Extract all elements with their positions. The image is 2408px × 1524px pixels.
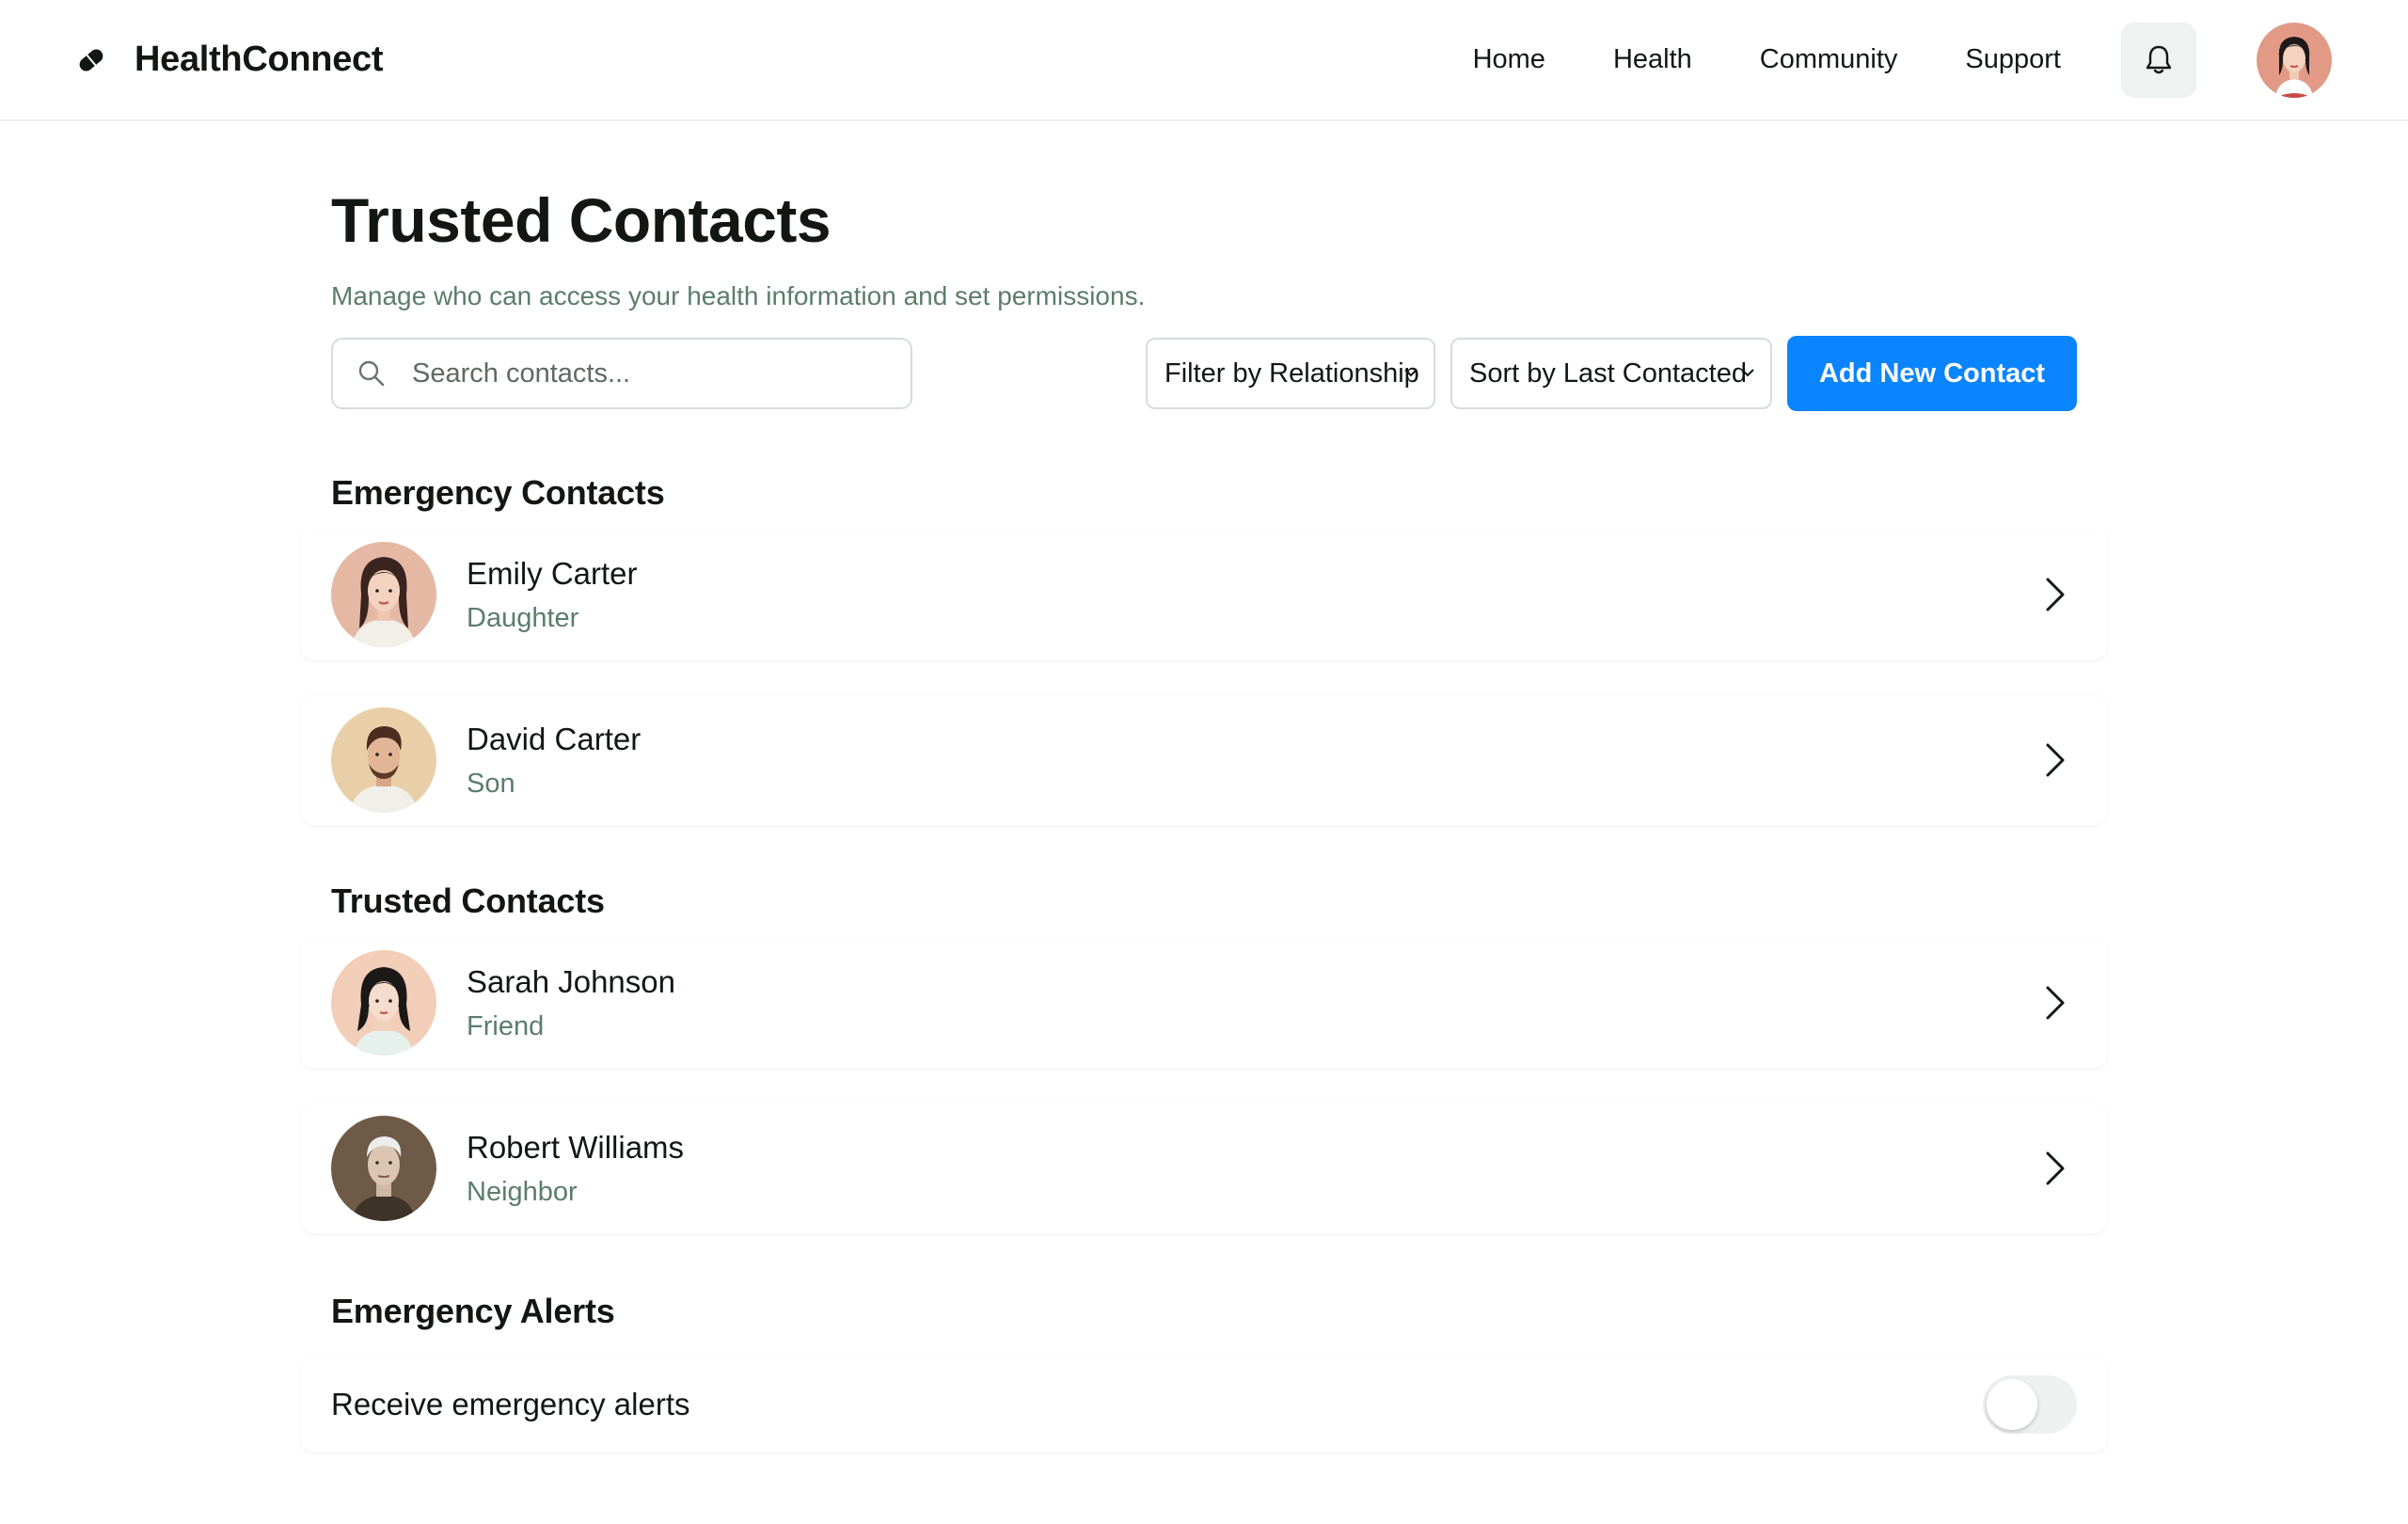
notifications-button[interactable] (2121, 22, 2196, 98)
brand-name: HealthConnect (135, 40, 384, 79)
chevron-right-icon[interactable] (2045, 1151, 2066, 1186)
contact-relationship: Son (467, 768, 515, 799)
trusted-contacts-list: Sarah Johnson Friend Robert Williams Nei… (301, 938, 2107, 1233)
avatar (331, 1116, 436, 1221)
chevron-right-icon[interactable] (2045, 985, 2066, 1021)
nav-home[interactable]: Home (1473, 44, 1545, 75)
contact-card-david-carter[interactable]: David Carter Son (301, 695, 2107, 825)
trusted-contacts-heading: Trusted Contacts (331, 881, 605, 920)
bell-icon (2146, 45, 2172, 73)
search-icon (358, 360, 385, 387)
contact-photo (331, 542, 436, 647)
contact-photo (331, 950, 436, 1056)
add-new-contact-button[interactable]: Add New Contact (1787, 336, 2077, 411)
nav-community[interactable]: Community (1760, 44, 1898, 75)
chevron-right-icon[interactable] (2045, 577, 2066, 612)
brand-logo[interactable]: HealthConnect (76, 40, 384, 80)
nav-health[interactable]: Health (1613, 44, 1692, 75)
avatar (331, 707, 436, 813)
avatar (331, 950, 436, 1056)
emergency-alerts-heading: Emergency Alerts (331, 1292, 615, 1330)
search-box[interactable] (331, 338, 912, 409)
contact-name: Sarah Johnson (467, 963, 675, 999)
filter-relationship-select[interactable]: Filter by Relationship (1146, 338, 1435, 409)
contact-photo (331, 1116, 436, 1221)
contact-name: David Carter (467, 721, 642, 756)
emergency-alerts-label: Receive emergency alerts (331, 1387, 690, 1421)
contact-relationship: Neighbor (467, 1176, 578, 1207)
main-content: Trusted Contacts Manage who can access y… (301, 121, 2107, 1452)
emergency-alerts-row: Receive emergency alerts (301, 1357, 2107, 1452)
main-nav: Home Health Community Support (1473, 44, 2121, 75)
chevron-down-icon (1404, 369, 1418, 377)
avatar (331, 542, 436, 647)
sort-last-contacted-label: Sort by Last Contacted (1469, 357, 1747, 389)
toggle-knob (1987, 1379, 2037, 1430)
chevron-down-icon (1741, 369, 1754, 377)
search-input[interactable] (412, 357, 882, 389)
page-subtitle: Manage who can access your health inform… (331, 281, 1146, 310)
chevron-right-icon[interactable] (2045, 742, 2066, 778)
contact-relationship: Friend (467, 1010, 545, 1041)
page-title: Trusted Contacts (331, 185, 832, 255)
user-avatar[interactable] (2257, 22, 2332, 98)
emergency-contacts-heading: Emergency Contacts (331, 473, 665, 512)
logo-icon (79, 49, 103, 71)
filter-relationship-label: Filter by Relationship (1164, 357, 1419, 389)
contact-photo (331, 707, 436, 813)
contact-card-emily-carter[interactable]: Emily Carter Daughter (301, 530, 2107, 659)
emergency-contacts-list: Emily Carter Daughter David Carter Son (301, 530, 2107, 825)
contact-relationship: Daughter (467, 602, 579, 633)
contact-name: Robert Williams (467, 1129, 685, 1165)
user-avatar-image (2257, 22, 2332, 98)
top-navigation-bar: HealthConnect Home Health Community Supp… (0, 0, 2408, 121)
sort-last-contacted-select[interactable]: Sort by Last Contacted (1450, 338, 1772, 409)
contact-card-robert-williams[interactable]: Robert Williams Neighbor (301, 1103, 2107, 1233)
contact-card-sarah-johnson[interactable]: Sarah Johnson Friend (301, 938, 2107, 1068)
contact-name: Emily Carter (467, 555, 638, 591)
nav-support[interactable]: Support (1965, 44, 2061, 75)
emergency-alerts-toggle[interactable] (1983, 1375, 2077, 1434)
contacts-toolbar: Filter by Relationship Sort by Last Cont… (331, 336, 2077, 413)
